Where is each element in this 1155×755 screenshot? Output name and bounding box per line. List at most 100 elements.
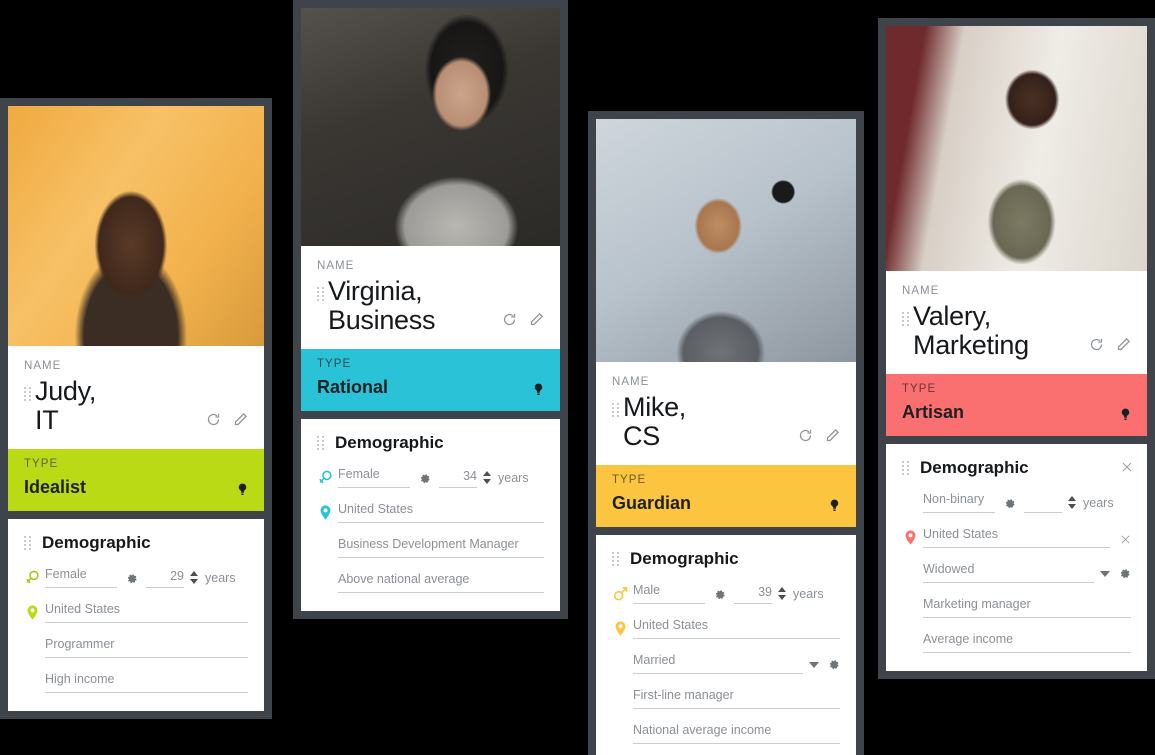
persona-type: Rational bbox=[317, 377, 389, 398]
persona-type: Artisan bbox=[902, 402, 965, 423]
type-bar-valery: TYPE Artisan bbox=[886, 374, 1147, 437]
gender-input[interactable]: Female bbox=[45, 566, 117, 589]
name-block: NAME Valery, Marketing bbox=[886, 271, 1147, 374]
persona-card-judy[interactable]: NAME Judy, IT TYPE Idealist Demographic … bbox=[0, 98, 272, 719]
income-input[interactable]: Above national average bbox=[338, 571, 544, 593]
income-input[interactable]: High income bbox=[45, 671, 248, 693]
number-stepper-icon[interactable] bbox=[189, 571, 198, 585]
demographic-title: Demographic bbox=[920, 458, 1029, 478]
demographic-block: Demographic Female 29 years United State… bbox=[8, 519, 264, 711]
drag-handle-icon[interactable] bbox=[902, 461, 910, 476]
income-row: National average income bbox=[612, 722, 840, 744]
demographic-panel-virginia: Demographic Female 34 years United State… bbox=[301, 419, 560, 611]
refresh-icon[interactable] bbox=[206, 412, 221, 427]
marital-status-row: Married bbox=[612, 652, 840, 674]
location-pin-icon bbox=[317, 504, 334, 521]
refresh-icon[interactable] bbox=[798, 428, 813, 443]
gender-age-row: Female 29 years bbox=[24, 566, 248, 589]
demographic-panel-valery: Demographic Non-binary years United Stat… bbox=[886, 444, 1147, 671]
female-gender-icon bbox=[24, 569, 41, 586]
refresh-icon[interactable] bbox=[1089, 337, 1104, 352]
income-input[interactable]: Average income bbox=[923, 631, 1131, 653]
gear-icon[interactable] bbox=[1118, 567, 1131, 580]
location-pin-icon bbox=[24, 604, 41, 621]
drag-handle-icon[interactable] bbox=[24, 387, 32, 401]
name-actions bbox=[798, 428, 840, 443]
age-input[interactable]: 39 bbox=[734, 585, 772, 605]
drag-handle-icon[interactable] bbox=[317, 436, 325, 451]
name-panel-mike: NAME Mike, CS TYPE Guardian bbox=[596, 362, 856, 528]
type-field-label: TYPE bbox=[902, 383, 937, 396]
number-stepper-icon[interactable] bbox=[777, 587, 786, 601]
country-input[interactable]: United States bbox=[45, 601, 248, 624]
marital-status-select[interactable]: Married bbox=[633, 652, 803, 674]
chevron-down-icon[interactable] bbox=[809, 661, 819, 668]
close-x-icon[interactable] bbox=[1121, 460, 1133, 472]
name-panel-valery: NAME Valery, Marketing TYPE Artisan bbox=[886, 271, 1147, 437]
country-row: United States bbox=[24, 601, 248, 624]
refresh-icon[interactable] bbox=[502, 312, 517, 327]
drag-handle-icon[interactable] bbox=[612, 552, 620, 567]
income-row: High income bbox=[24, 671, 248, 693]
drag-handle-icon[interactable] bbox=[24, 536, 32, 551]
demographic-block: Demographic Female 34 years United State… bbox=[301, 419, 560, 611]
years-unit-label: years bbox=[1083, 496, 1114, 511]
occupation-input[interactable]: First-line manager bbox=[633, 687, 840, 709]
gender-input[interactable]: Non-binary bbox=[923, 491, 995, 514]
male-gender-icon bbox=[612, 585, 629, 602]
pencil-edit-icon[interactable] bbox=[233, 412, 248, 427]
income-input[interactable]: National average income bbox=[633, 722, 840, 744]
country-input[interactable]: United States bbox=[338, 501, 544, 524]
lightbulb-icon bbox=[829, 499, 840, 513]
drag-handle-icon[interactable] bbox=[317, 287, 325, 301]
persona-photo-mike bbox=[596, 119, 856, 362]
gear-icon[interactable] bbox=[125, 572, 138, 585]
type-bar-judy: TYPE Idealist bbox=[8, 449, 264, 512]
marital-status-select[interactable]: Widowed bbox=[923, 561, 1094, 583]
persona-name: Virginia, Business bbox=[328, 276, 436, 336]
gear-icon[interactable] bbox=[827, 658, 840, 671]
name-actions bbox=[502, 312, 544, 327]
persona-photo-valery bbox=[886, 26, 1147, 271]
years-unit-label: years bbox=[793, 587, 824, 602]
persona-card-virginia[interactable]: NAME Virginia, Business TYPE Rational De… bbox=[293, 0, 568, 619]
occupation-row: Marketing manager bbox=[902, 596, 1131, 618]
close-x-icon[interactable] bbox=[1120, 534, 1131, 545]
pencil-edit-icon[interactable] bbox=[825, 428, 840, 443]
years-unit-label: years bbox=[205, 571, 236, 586]
income-row: Average income bbox=[902, 631, 1131, 653]
persona-card-valery[interactable]: NAME Valery, Marketing TYPE Artisan Demo… bbox=[878, 18, 1155, 679]
gender-age-row: Non-binary years bbox=[902, 491, 1131, 514]
name-block: NAME Mike, CS bbox=[596, 362, 856, 465]
age-input[interactable] bbox=[1024, 508, 1062, 514]
number-stepper-icon[interactable] bbox=[482, 471, 491, 485]
pencil-edit-icon[interactable] bbox=[529, 312, 544, 327]
country-input[interactable]: United States bbox=[633, 617, 840, 640]
chevron-down-icon[interactable] bbox=[1100, 570, 1110, 577]
age-input[interactable]: 34 bbox=[439, 469, 477, 489]
country-row: United States bbox=[612, 617, 840, 640]
persona-name: Valery, Marketing bbox=[913, 301, 1029, 361]
number-stepper-icon[interactable] bbox=[1067, 496, 1076, 510]
age-input[interactable]: 29 bbox=[146, 569, 184, 589]
type-field-label: TYPE bbox=[317, 358, 352, 371]
persona-name: Mike, CS bbox=[623, 392, 687, 452]
gender-input[interactable]: Male bbox=[633, 582, 705, 605]
name-field-label: NAME bbox=[317, 260, 355, 272]
gear-icon[interactable] bbox=[1003, 497, 1016, 510]
country-input[interactable]: United States bbox=[923, 526, 1110, 549]
occupation-input[interactable]: Business Development Manager bbox=[338, 536, 544, 558]
persona-card-mike[interactable]: NAME Mike, CS TYPE Guardian Demographic … bbox=[588, 111, 864, 755]
gear-icon[interactable] bbox=[418, 472, 431, 485]
gear-icon[interactable] bbox=[713, 588, 726, 601]
marital-status-row: Widowed bbox=[902, 561, 1131, 583]
occupation-input[interactable]: Programmer bbox=[45, 636, 248, 658]
personas-board: NAME Judy, IT TYPE Idealist Demographic … bbox=[0, 0, 1155, 755]
gender-input[interactable]: Female bbox=[338, 466, 410, 489]
drag-handle-icon[interactable] bbox=[612, 403, 620, 417]
type-bar-virginia: TYPE Rational bbox=[301, 349, 560, 412]
demographic-block: Demographic Non-binary years United Stat… bbox=[886, 444, 1147, 670]
drag-handle-icon[interactable] bbox=[902, 312, 910, 326]
pencil-edit-icon[interactable] bbox=[1116, 337, 1131, 352]
occupation-input[interactable]: Marketing manager bbox=[923, 596, 1131, 618]
